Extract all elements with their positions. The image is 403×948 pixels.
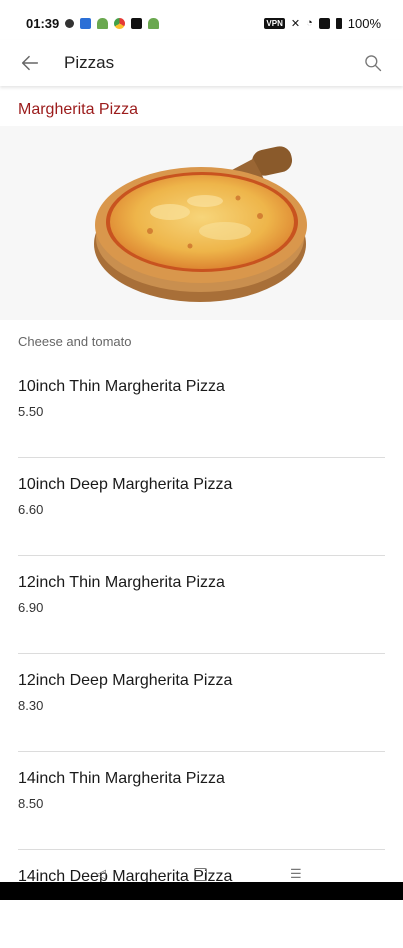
search-icon	[363, 53, 383, 73]
app-bar: Pizzas	[0, 40, 403, 86]
menu-item[interactable]: 10inch Thin Margherita Pizza 5.50	[18, 360, 385, 458]
menu-item[interactable]: 12inch Thin Margherita Pizza 6.90	[18, 556, 385, 654]
menu-item-name: 14inch Thin Margherita Pizza	[18, 770, 385, 788]
pizza-image	[0, 126, 403, 320]
menu-nav-icon[interactable]: ☰	[290, 866, 302, 882]
android-icon-2	[148, 18, 159, 29]
settings-icon	[65, 19, 74, 28]
status-right: VPN ✕ ◔ 100%	[264, 16, 381, 31]
app-icon	[131, 18, 142, 29]
menu-item-price: 6.90	[18, 600, 385, 615]
back-button[interactable]	[18, 51, 42, 75]
status-time: 01:39	[26, 16, 59, 31]
home-nav-icon[interactable]	[194, 868, 207, 881]
menu-item-name: 12inch Deep Margherita Pizza	[18, 672, 385, 690]
mute-icon: ✕	[291, 17, 300, 30]
android-icon	[97, 18, 108, 29]
menu-item-name: 12inch Thin Margherita Pizza	[18, 574, 385, 592]
menu-item-name: 10inch Deep Margherita Pizza	[18, 476, 385, 494]
category-description: Cheese and tomato	[18, 334, 131, 349]
menu-item-price: 5.50	[18, 404, 385, 419]
menu-item-name: 10inch Thin Margherita Pizza	[18, 378, 385, 396]
status-left: 01:39	[26, 16, 159, 31]
search-button[interactable]	[361, 51, 385, 75]
menu-item-price: 8.50	[18, 796, 385, 811]
page-title: Pizzas	[64, 53, 361, 73]
menu-item[interactable]: 14inch Thin Margherita Pizza 8.50	[18, 752, 385, 850]
menu-item[interactable]: 10inch Deep Margherita Pizza 6.60	[18, 458, 385, 556]
menu-item[interactable]: 12inch Deep Margherita Pizza 8.30	[18, 654, 385, 752]
arrow-left-icon	[19, 52, 41, 74]
menu-item-price: 8.30	[18, 698, 385, 713]
category-title: Margherita Pizza	[18, 101, 138, 119]
wifi-icon: ◔	[306, 17, 313, 29]
menu-item-list: 10inch Thin Margherita Pizza 5.50 10inch…	[0, 360, 403, 948]
category-image	[0, 126, 403, 320]
vpn-icon: VPN	[264, 18, 284, 29]
system-nav-bar	[0, 882, 403, 900]
signal-icon	[319, 18, 330, 29]
app-notification-icon	[80, 18, 91, 29]
nav-buttons: ◁ ☰	[0, 866, 403, 882]
battery-level: 100%	[348, 16, 381, 31]
menu-item-price: 6.60	[18, 502, 385, 517]
chrome-icon	[114, 18, 125, 29]
back-nav-icon[interactable]: ◁	[96, 866, 106, 882]
battery-icon	[336, 18, 342, 29]
